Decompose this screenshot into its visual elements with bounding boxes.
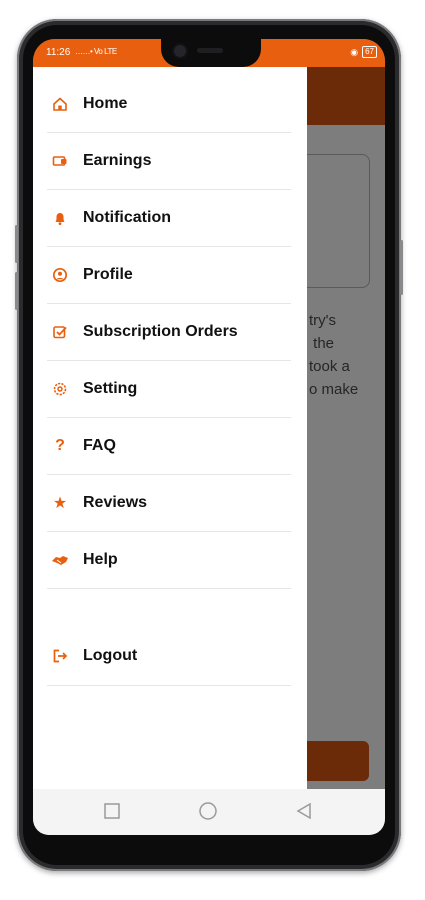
logout-icon [49, 645, 71, 667]
system-nav-bar [33, 789, 385, 835]
eye-icon: ◉ [350, 46, 359, 57]
menu-item-logout[interactable]: Logout [47, 627, 291, 686]
wallet-icon [49, 150, 71, 172]
speaker [197, 48, 223, 53]
screen: 11:26 ……• Vo LTE ◉ 67 try's the took a o… [33, 39, 385, 835]
back-icon[interactable] [295, 802, 313, 820]
menu-item-notification[interactable]: Notification [47, 189, 291, 247]
menu-item-help[interactable]: Help [47, 531, 291, 589]
menu-item-reviews[interactable]: ★ Reviews [47, 474, 291, 532]
menu-label: Profile [83, 265, 133, 283]
home-icon [49, 93, 71, 115]
battery-indicator: 67 [362, 46, 377, 58]
menu-item-earnings[interactable]: Earnings [47, 132, 291, 190]
menu-item-profile[interactable]: Profile [47, 246, 291, 304]
star-icon: ★ [52, 494, 68, 512]
menu-label: Earnings [83, 151, 152, 169]
volume-button [15, 225, 18, 263]
menu-label: Reviews [83, 493, 148, 511]
menu-label: Subscription Orders [83, 322, 238, 340]
user-icon [49, 264, 71, 286]
menu-item-home[interactable]: Home [47, 75, 291, 133]
content-card[interactable] [307, 154, 370, 288]
app-header [307, 67, 385, 125]
background-text: try's the took a o make [309, 312, 359, 398]
menu-item-faq[interactable]: ? FAQ [47, 417, 291, 475]
menu-item-setting[interactable]: Setting [47, 360, 291, 418]
camera-icon [174, 45, 186, 57]
primary-button[interactable] [307, 741, 369, 781]
signal-indicator: ……• Vo LTE [75, 47, 117, 56]
menu-label: Setting [83, 379, 138, 397]
handshake-icon [49, 549, 71, 571]
menu-label: Logout [83, 647, 138, 664]
bell-icon [49, 207, 71, 229]
menu-item-subscription-orders[interactable]: Subscription Orders [47, 303, 291, 361]
volume-button [15, 272, 18, 310]
settings-icon [49, 378, 71, 400]
home-nav-icon[interactable] [198, 802, 218, 822]
menu-label: FAQ [83, 436, 116, 454]
recents-icon[interactable] [103, 802, 121, 820]
power-button [400, 240, 403, 295]
menu-label: Notification [83, 208, 171, 226]
checkbox-icon [49, 321, 71, 343]
status-right: ◉ 67 [350, 46, 377, 58]
menu-label: Help [83, 550, 118, 568]
question-icon: ? [55, 436, 65, 454]
navigation-drawer: Home Earnings Notification Profile Subsc… [33, 67, 307, 789]
menu-label: Home [83, 94, 128, 112]
status-time: 11:26 [46, 47, 71, 58]
